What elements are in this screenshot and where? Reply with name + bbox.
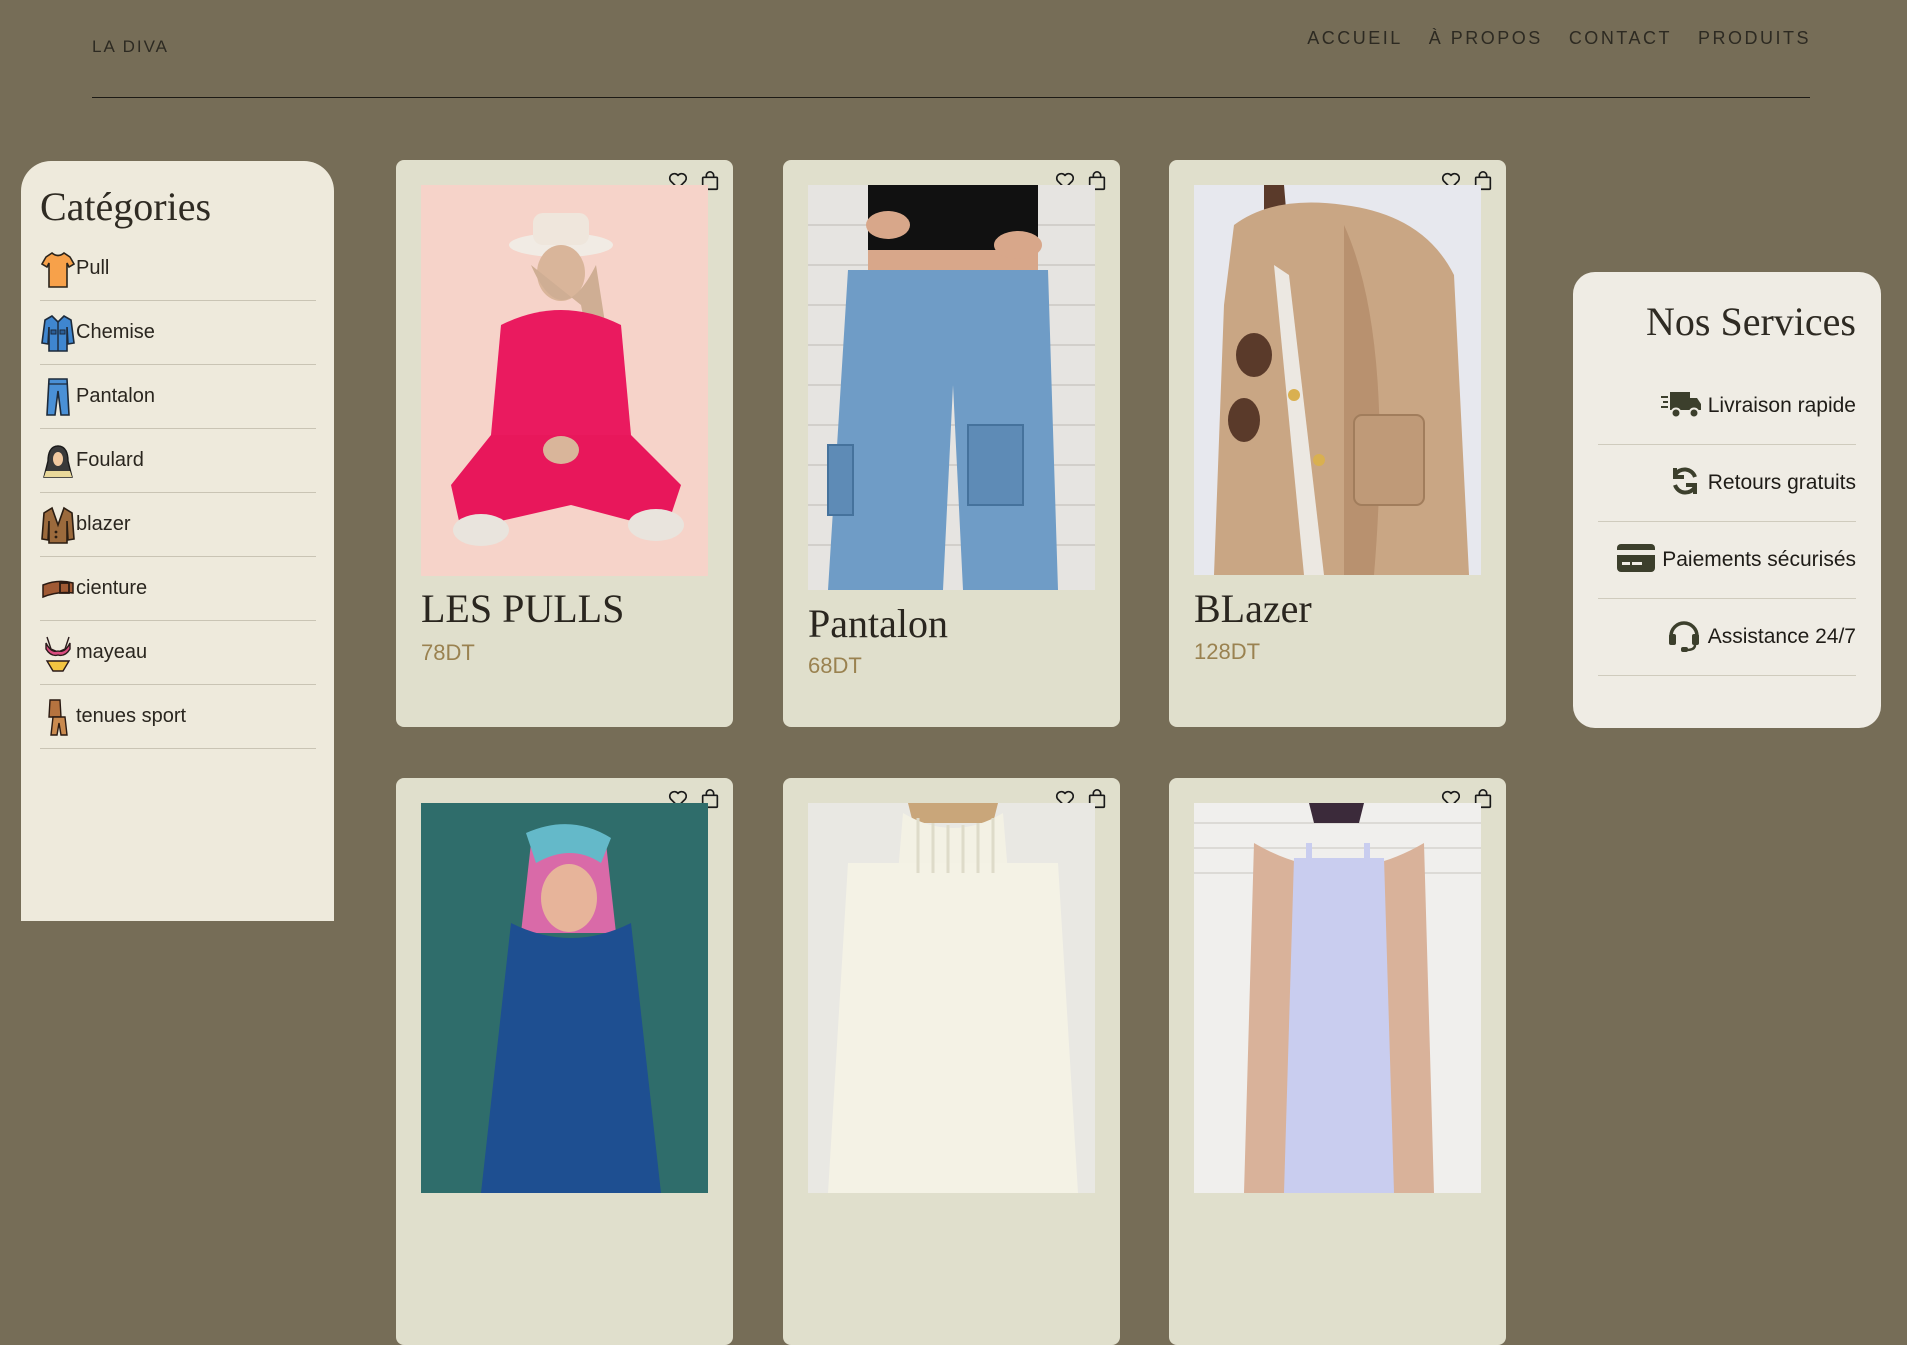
truck-icon bbox=[1660, 388, 1702, 425]
product-price: 128DT bbox=[1194, 639, 1261, 664]
headset-icon bbox=[1666, 618, 1702, 657]
category-item-blazer[interactable]: blazer bbox=[40, 493, 316, 557]
categories-title: Catégories bbox=[40, 184, 212, 229]
product-card[interactable] bbox=[396, 778, 733, 1345]
nav-contact[interactable]: CONTACT bbox=[1569, 28, 1672, 49]
belt-icon bbox=[40, 568, 76, 610]
category-label: Foulard bbox=[76, 449, 144, 471]
service-label: Livraison rapide bbox=[1707, 394, 1856, 417]
header-divider bbox=[92, 97, 1810, 98]
product-image-pantalon[interactable] bbox=[808, 185, 1095, 590]
pull-icon bbox=[40, 248, 76, 290]
category-item-pantalon[interactable]: Pantalon bbox=[40, 365, 316, 429]
service-item-assistance: Assistance 24/7 bbox=[1598, 599, 1856, 676]
category-label: blazer bbox=[76, 513, 131, 535]
product-image-sport[interactable] bbox=[1194, 803, 1481, 1193]
service-item-paiements: Paiements sécurisés bbox=[1598, 522, 1856, 599]
nav-produits[interactable]: PRODUITS bbox=[1698, 28, 1811, 49]
tracksuit-icon bbox=[40, 696, 76, 738]
sync-icon bbox=[1668, 465, 1702, 502]
product-price: 68DT bbox=[808, 653, 862, 678]
category-item-cienture[interactable]: cienture bbox=[40, 557, 316, 621]
product-card[interactable] bbox=[783, 778, 1120, 1345]
headscarf-icon bbox=[40, 440, 76, 482]
service-label: Retours gratuits bbox=[1707, 471, 1856, 494]
main-nav: ACCUEIL À PROPOS CONTACT PRODUITS bbox=[1307, 28, 1811, 49]
product-title[interactable]: LES PULLS bbox=[421, 585, 624, 632]
nav-accueil[interactable]: ACCUEIL bbox=[1307, 28, 1403, 49]
product-price: 78DT bbox=[421, 640, 475, 665]
category-item-chemise[interactable]: Chemise bbox=[40, 301, 316, 365]
product-card[interactable]: Pantalon 68DT bbox=[783, 160, 1120, 727]
service-item-livraison: Livraison rapide bbox=[1598, 368, 1856, 445]
category-item-mayeau[interactable]: mayeau bbox=[40, 621, 316, 685]
service-label: Assistance 24/7 bbox=[1707, 625, 1856, 648]
pants-icon bbox=[40, 376, 76, 418]
category-item-tenues-sport[interactable]: tenues sport bbox=[40, 685, 316, 749]
category-label: cienture bbox=[76, 577, 148, 599]
brand-logo[interactable]: LA DIVA bbox=[92, 37, 169, 57]
shirt-icon bbox=[40, 312, 76, 354]
category-label: mayeau bbox=[76, 641, 148, 663]
category-item-foulard[interactable]: Foulard bbox=[40, 429, 316, 493]
categories-panel: Catégories Pull Chemise Pantalon Foulard bbox=[21, 161, 334, 921]
category-label: tenues sport bbox=[76, 705, 187, 727]
credit-card-icon bbox=[1616, 542, 1656, 579]
swimsuit-icon bbox=[40, 632, 76, 674]
category-item-pull[interactable]: Pull bbox=[40, 237, 316, 301]
product-image-blazer[interactable] bbox=[1194, 185, 1481, 575]
product-card[interactable] bbox=[1169, 778, 1506, 1345]
product-image-foulard[interactable] bbox=[421, 803, 708, 1193]
services-title: Nos Services bbox=[1646, 299, 1856, 344]
product-title[interactable]: Pantalon bbox=[808, 600, 948, 647]
blazer-icon bbox=[40, 504, 76, 546]
services-panel: Nos Services Livraison rapide Retours gr… bbox=[1573, 272, 1881, 728]
service-label: Paiements sécurisés bbox=[1662, 548, 1856, 571]
product-card[interactable]: BLazer 128DT bbox=[1169, 160, 1506, 727]
category-label: Pantalon bbox=[76, 385, 155, 407]
product-card[interactable]: LES PULLS 78DT bbox=[396, 160, 733, 727]
category-label: Chemise bbox=[76, 321, 155, 343]
product-title[interactable]: BLazer bbox=[1194, 585, 1312, 632]
category-label: Pull bbox=[76, 257, 110, 279]
service-item-retours: Retours gratuits bbox=[1598, 445, 1856, 522]
product-image-sweater[interactable] bbox=[808, 803, 1095, 1193]
nav-a-propos[interactable]: À PROPOS bbox=[1429, 28, 1543, 49]
product-image-pull[interactable] bbox=[421, 185, 708, 576]
